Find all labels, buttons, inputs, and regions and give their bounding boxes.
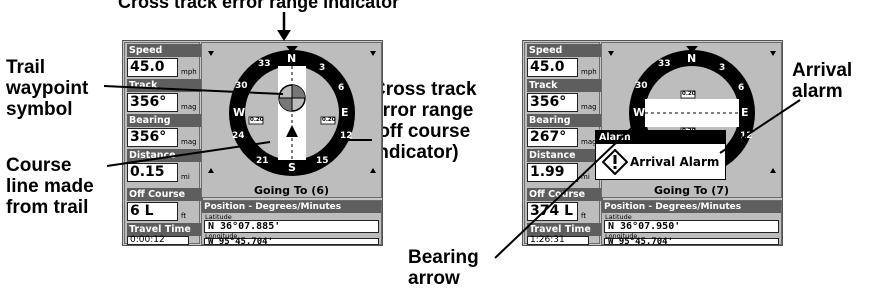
callout-line: Bearing — [408, 247, 479, 268]
tick-15: 15 — [316, 156, 329, 166]
off-course-label: Off Course — [127, 188, 203, 201]
compass-rose — [208, 46, 376, 176]
trail-waypoint-callout: Trail waypoint symbol — [6, 57, 88, 120]
position-title: Position - Degrees/Minutes — [202, 201, 381, 213]
corner-tick-icon — [608, 51, 614, 56]
tick-12: 12 — [340, 131, 353, 141]
callout-line: Arrival — [792, 60, 853, 81]
callout-line: symbol — [6, 99, 73, 120]
xte-top-value: 0.20 — [682, 91, 696, 97]
distance-value: 1.99 — [527, 163, 578, 182]
arrival-alarm-callout: Arrival alarm — [792, 60, 852, 102]
callout-line: Trail — [6, 57, 46, 78]
track-label: Track — [127, 79, 203, 92]
cardinal-n: N — [687, 52, 697, 65]
going-to-label: Going To (7) — [653, 184, 730, 197]
distance-unit: mi — [181, 173, 190, 181]
cardinal-e: E — [341, 106, 349, 119]
track-value: 356° — [527, 93, 578, 112]
distance-label: Distance — [527, 149, 603, 162]
tick-6: 6 — [338, 83, 345, 93]
off-course-value: 6 L — [127, 202, 178, 221]
off-course-value: 374 L — [527, 202, 578, 221]
data-fields-panel: Speed 45.0 mph Track 356° mag Bearing 26… — [524, 42, 603, 245]
cardinal-n: N — [287, 52, 297, 65]
callout-line: line made — [6, 176, 94, 197]
distance-value: 0.15 — [127, 163, 178, 182]
alarm-title: Alarm — [596, 131, 725, 144]
gps-screen-left: Speed 45.0 mph Track 356° mag Bearing 35… — [122, 40, 383, 247]
warning-icon — [602, 149, 628, 175]
cardinal-e: E — [741, 106, 749, 119]
xte-left-value: 0.20 — [250, 117, 264, 123]
bearing-label: Bearing — [527, 114, 603, 127]
longitude-value: W 95°45.704' — [204, 238, 379, 247]
off-course-label: Off Course — [527, 188, 603, 201]
speed-value: 45.0 — [527, 58, 578, 77]
corner-tick-icon — [370, 51, 376, 56]
tick-30: 30 — [635, 81, 648, 91]
position-panel: Position - Degrees/Minutes Latitude N 36… — [201, 200, 382, 247]
callout-line: (off course — [372, 121, 471, 142]
going-to-label: Going To (6) — [253, 184, 330, 197]
course-line-callout: Course line made from trail — [6, 155, 94, 218]
tick-12: 12 — [740, 131, 753, 141]
speed-label: Speed — [527, 44, 603, 57]
speed-value: 45.0 — [127, 58, 178, 77]
bearing-unit: mag — [181, 138, 197, 146]
gps-screen-right: Speed 45.0 mph Track 356° mag Bearing 26… — [522, 40, 783, 247]
callout-line: alarm — [792, 81, 843, 102]
alarm-message: Arrival Alarm — [630, 155, 720, 169]
bearing-arrow-callout: Bearing arrow — [408, 247, 479, 289]
callout-line: arrow — [408, 268, 460, 289]
speed-unit: mph — [181, 68, 197, 76]
callout-line: from trail — [6, 197, 89, 218]
data-fields-panel: Speed 45.0 mph Track 356° mag Bearing 35… — [124, 42, 203, 245]
off-course-unit: ft — [181, 212, 187, 220]
position-title: Position - Degrees/Minutes — [602, 201, 781, 213]
tick-24: 24 — [232, 131, 245, 141]
callout-line: Cross track — [372, 79, 477, 100]
tick-33: 33 — [258, 59, 271, 69]
callout-line: Course — [6, 155, 72, 176]
speed-unit: mph — [581, 68, 597, 76]
corner-tick-icon — [208, 168, 214, 173]
cross-track-indicator-callout: Cross track error range indicator — [118, 0, 400, 12]
cardinal-s: S — [288, 161, 296, 174]
corner-tick-icon — [770, 51, 776, 56]
distance-label: Distance — [127, 149, 203, 162]
callout-line: indicator) — [372, 142, 459, 163]
tick-6: 6 — [738, 83, 745, 93]
corner-tick-icon — [770, 168, 776, 173]
cardinal-w: W — [233, 106, 246, 119]
position-panel: Position - Degrees/Minutes Latitude N 36… — [601, 200, 782, 247]
distance-unit: mi — [581, 173, 590, 181]
tick-33: 33 — [658, 59, 671, 69]
corner-tick-icon — [370, 168, 376, 173]
tick-30: 30 — [235, 81, 248, 91]
xte-right-value: 0.20 — [322, 117, 336, 123]
compass-panel: N E S W 33 3 30 6 24 12 21 15 0.20 0.20 … — [201, 42, 382, 198]
track-value: 356° — [127, 93, 178, 112]
off-course-unit: ft — [581, 212, 587, 220]
speed-label: Speed — [127, 44, 203, 57]
travel-time-value: 1:26:31 — [527, 236, 589, 245]
corner-tick-icon — [208, 51, 214, 56]
callout-line: waypoint — [6, 78, 89, 99]
bearing-label: Bearing — [127, 114, 203, 127]
longitude-value: W 95°45.704' — [604, 238, 779, 247]
tick-21: 21 — [256, 156, 269, 166]
tick-3: 3 — [719, 63, 726, 73]
track-unit: mag — [581, 103, 597, 111]
track-label: Track — [527, 79, 603, 92]
track-unit: mag — [181, 103, 197, 111]
cardinal-w: W — [633, 106, 646, 119]
travel-time-value: 0:00:12 — [127, 236, 189, 245]
arrival-alarm-dialog[interactable]: Alarm Arrival Alarm — [595, 130, 726, 180]
tick-3: 3 — [319, 63, 326, 73]
callout-line: error range — [372, 100, 474, 121]
bearing-value: 356° — [127, 128, 178, 147]
bearing-value: 267° — [527, 128, 578, 147]
cross-track-callout: Cross track error range (off course indi… — [372, 79, 477, 163]
